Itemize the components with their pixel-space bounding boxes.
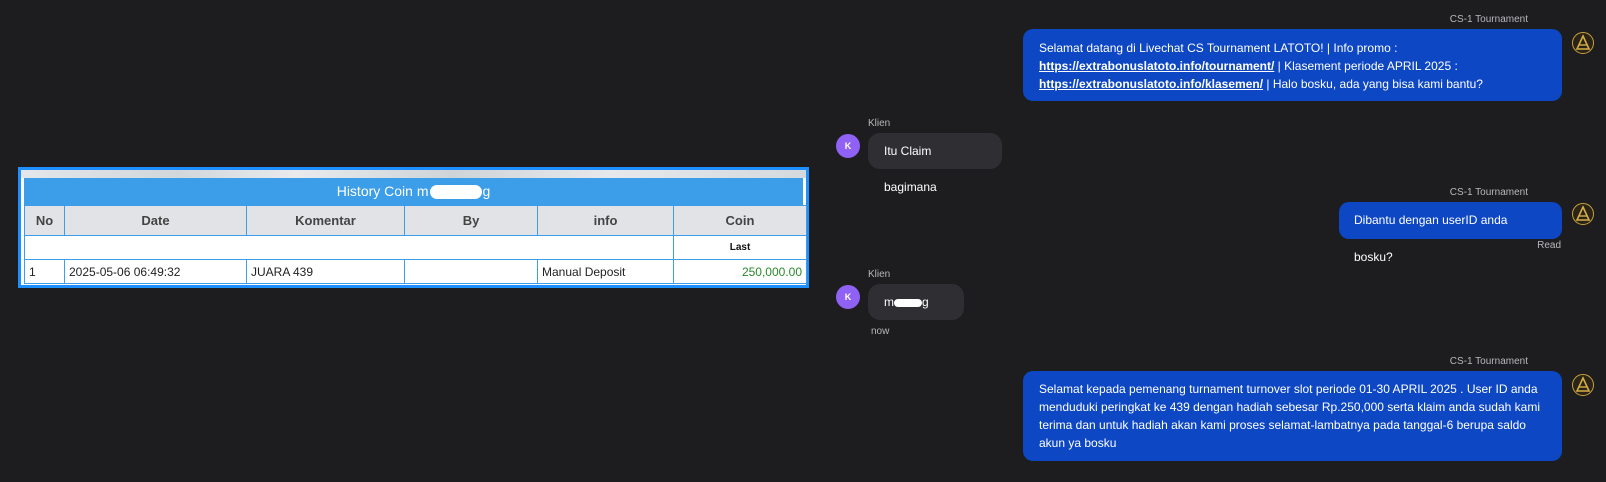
- cell-komentar: JUARA 439: [246, 259, 405, 284]
- sender-label-client: Klien: [868, 269, 891, 280]
- client-message-bubble: mg: [868, 284, 964, 320]
- history-coin-table-image: History Coin mg No Date Komentar By info…: [18, 167, 809, 288]
- history-coin-grid: No Date Komentar By info Coin Last 1 202…: [24, 205, 807, 284]
- sender-label-agent: CS-1 Tournament: [1449, 356, 1528, 367]
- last-row: Last: [24, 235, 807, 260]
- message-time: now: [871, 326, 890, 337]
- sender-label-agent: CS-1 Tournament: [1449, 14, 1528, 25]
- client-message-bubble: Itu Claim bagimana: [868, 133, 1002, 194]
- col-header-by: By: [404, 205, 538, 236]
- tournament-link[interactable]: https://extrabonuslatoto.info/tournament…: [1039, 59, 1274, 73]
- col-header-komentar: Komentar: [246, 205, 405, 236]
- header-row: No Date Komentar By info Coin: [24, 205, 807, 236]
- cell-info: Manual Deposit: [537, 259, 674, 284]
- latoto-logo-icon: [1572, 374, 1594, 396]
- col-header-date: Date: [64, 205, 247, 236]
- col-header-info: info: [537, 205, 674, 236]
- cell-by: [404, 259, 538, 284]
- sender-label-client: Klien: [868, 118, 891, 129]
- col-header-coin: Coin: [673, 205, 807, 236]
- client-avatar: K: [836, 134, 860, 158]
- redacted-username: [429, 185, 482, 200]
- agent-message-bubble: Dibantu dengan userID anda bosku?: [1339, 202, 1562, 264]
- cell-no: 1: [24, 259, 65, 284]
- klasemen-link[interactable]: https://extrabonuslatoto.info/klasemen/: [1039, 77, 1263, 91]
- table-row: 1 2025-05-06 06:49:32 JUARA 439 Manual D…: [24, 259, 807, 284]
- last-label: Last: [673, 235, 807, 260]
- cell-date: 2025-05-06 06:49:32: [64, 259, 247, 284]
- cell-coin: 250,000.00: [673, 259, 807, 284]
- last-row-empty: [24, 235, 674, 260]
- agent-message-bubble: Selamat kepada pemenang turnament turnov…: [1023, 371, 1562, 461]
- map-background-strip: [21, 170, 806, 178]
- read-status: Read: [1537, 240, 1561, 251]
- latoto-logo-icon: [1572, 203, 1594, 225]
- history-coin-title: History Coin mg: [24, 178, 803, 205]
- redacted-userid: [894, 298, 922, 307]
- client-avatar: K: [836, 285, 860, 309]
- sender-label-agent: CS-1 Tournament: [1449, 187, 1528, 198]
- agent-message-bubble: Selamat datang di Livechat CS Tournament…: [1023, 29, 1562, 101]
- latoto-logo-icon: [1572, 32, 1594, 54]
- col-header-no: No: [24, 205, 65, 236]
